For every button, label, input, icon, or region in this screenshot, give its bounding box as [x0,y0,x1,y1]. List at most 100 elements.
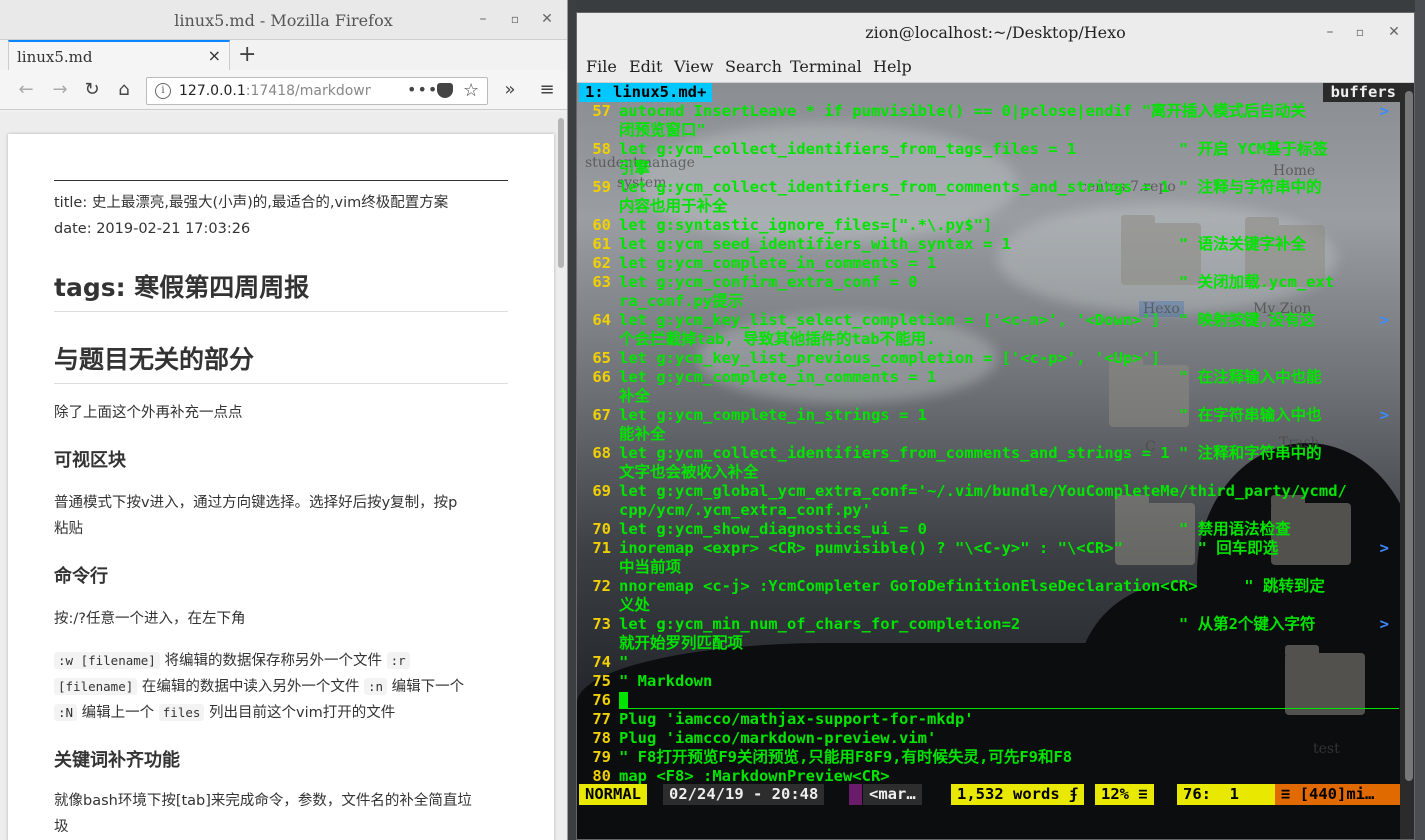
vim-line[interactable]: 71 inoremap <expr> <CR> pumvisible() ? "\… [577,539,1407,558]
date-line: date: 2019-02-21 17:03:26 [54,221,251,237]
vim-line[interactable]: 73 let g:ycm_min_num_of_chars_for_complet… [577,615,1407,634]
vim-tab-active[interactable]: 1: linux5.md+ [579,83,713,102]
code-cmd-r: :r [386,652,410,669]
terminal-titlebar[interactable]: zion@localhost:~/Desktop/Hexo – ▫ ✕ [577,13,1414,51]
vim-line[interactable]: 个会拦截掉tab, 导致其他插件的tab不能用. [577,330,1407,349]
vim-line[interactable]: 75 " Markdown [577,672,1407,691]
url-bar[interactable]: i 127.0.0.1:17418/markdown ••• ☆ [146,77,488,105]
line-number: 67 [592,406,611,424]
vim-line[interactable]: ra_conf.py提示 [577,292,1407,311]
vim-line[interactable]: 60 let g:syntastic_ignore_files=[".*\.py$… [577,216,1407,235]
line-text: let g:ycm_collect_identifiers_from_comme… [619,444,1322,462]
site-info-icon[interactable]: i [155,83,171,99]
vim-line[interactable]: 70 let g:ycm_show_diagnostics_ui = 0 " 禁用… [577,520,1407,539]
vim-line[interactable]: 72 nnoremap <c-j> :YcmCompleter GoToDefin… [577,577,1407,596]
firefox-titlebar[interactable]: linux5.md - Mozilla Firefox – ▫ ✕ [0,0,567,40]
vim-line[interactable]: 63 let g:ycm_confirm_extra_conf = 0 " 关闭加… [577,273,1407,292]
line-number: 70 [592,520,611,538]
cmd-line-2: [filename] 在编辑的数据中读入另外一个文件 :n 编辑下一个 [54,674,508,700]
vim-line[interactable]: 内容也用于补全 [577,197,1407,216]
new-tab-button[interactable]: + [238,42,256,67]
vim-editor[interactable]: 1: linux5.md+ buffers 57 autocmd InsertLe… [577,83,1414,839]
line-number: 69 [592,482,611,500]
vim-line[interactable]: 77 Plug 'iamcco/mathjax-support-for-mkdp' [577,710,1407,729]
reload-icon[interactable]: ↻ [80,79,104,103]
maximize-button[interactable]: ▫ [506,10,524,28]
close-button[interactable]: ✕ [1385,23,1403,41]
vim-line[interactable]: 66 let g:ycm_complete_in_comments = 1 " 在… [577,368,1407,387]
vim-line[interactable]: 64 let g:ycm_key_list_select_completion =… [577,311,1407,330]
pocket-icon[interactable] [437,83,453,98]
vim-line[interactable]: 68 let g:ycm_collect_identifiers_from_com… [577,444,1407,463]
vim-line[interactable]: 61 let g:ycm_seed_identifiers_with_syntax… [577,235,1407,254]
line-text: " F8打开预览F9关闭预览,只能用F8F9,有时候失灵,可先F9和F8 [619,748,1073,766]
menu-help[interactable]: Help [873,57,912,76]
status-position: 76: 1 [1177,784,1277,805]
code-cmd-N: :N [54,704,78,721]
vim-line[interactable]: 能补全 [577,425,1407,444]
vim-line[interactable]: 义处 [577,596,1407,615]
maximize-button[interactable]: ▫ [1351,23,1369,41]
tab-linux5[interactable]: linux5.md × [8,40,230,70]
cmd-files-desc: 列出目前这个vim打开的文件 [209,705,396,721]
overflow-chevron-icon[interactable]: » [498,79,522,103]
vim-line[interactable]: 闭预览窗口" [577,121,1407,140]
menu-file[interactable]: File [586,57,617,76]
page-actions-icon[interactable]: ••• [407,80,438,99]
forward-icon[interactable]: → [48,79,72,103]
vim-line[interactable]: 补全 [577,387,1407,406]
terminal-title: zion@localhost:~/Desktop/Hexo [865,23,1126,42]
vim-line[interactable]: 67 let g:ycm_complete_in_strings = 1 " 在字… [577,406,1407,425]
line-text: 补全 [619,387,651,405]
vim-line[interactable]: 就开始罗列匹配项 [577,634,1407,653]
wrap-marker: > [1379,539,1389,557]
minimize-button[interactable]: – [1321,23,1339,41]
vim-line[interactable]: cpp/ycm/.ycm_extra_conf.py' [577,501,1407,520]
menu-edit[interactable]: Edit [629,57,662,76]
cmdline-heading: 命令行 [54,566,108,587]
home-icon[interactable]: ⌂ [112,79,136,103]
status-warnings: ≡ [440]mi… [1275,784,1405,805]
line-text: " [619,653,629,671]
visual-text-2: 粘贴 [54,521,83,537]
vim-line[interactable]: 65 let g:ycm_key_list_previous_completion… [577,349,1407,368]
vim-line[interactable]: 79 " F8打开预览F9关闭预览,只能用F8F9,有时候失灵,可先F9和F8 [577,748,1407,767]
line-text: let g:ycm_complete_in_comments = 1 [619,254,937,272]
vim-line[interactable]: 74 " [577,653,1407,672]
cmd-N-desc: 编辑上一个 [81,705,155,721]
url-text[interactable]: 127.0.0.1:17418/markdown [179,83,371,99]
menu-terminal[interactable]: Terminal [790,57,862,76]
tab-close-icon[interactable]: × [208,46,221,65]
line-number: 60 [592,216,611,234]
cmd-r-desc: 在编辑的数据中读入另外一个文件 [141,679,360,695]
line-text: let g:ycm_complete_in_strings = 1 " 在字符串… [619,406,1322,424]
vim-line[interactable]: 文字也会被收入补全 [577,463,1407,482]
vim-line[interactable]: 62 let g:ycm_complete_in_comments = 1 [577,254,1407,273]
wrap-marker: > [1379,406,1389,424]
vim-line[interactable]: 57 autocmd InsertLeave * if pumvisible() … [577,102,1407,121]
line-text: Plug 'iamcco/mathjax-support-for-mkdp' [619,710,974,728]
menu-search[interactable]: Search [725,57,782,76]
terminal-scrollbar-track[interactable] [1400,83,1414,839]
vim-line[interactable]: 78 Plug 'iamcco/markdown-preview.vim' [577,729,1407,748]
desktop-gap [568,0,576,840]
vim-line[interactable]: 中当前项 [577,558,1407,577]
line-text: 义处 [619,596,651,614]
hamburger-menu-icon[interactable]: ≡ [535,79,559,103]
line-number: 62 [592,254,611,272]
menu-view[interactable]: View [674,57,714,76]
minimize-button[interactable]: – [474,10,492,28]
terminal-scrollbar-thumb[interactable] [1405,91,1413,781]
back-icon[interactable]: ← [14,79,38,103]
vim-line[interactable]: 69 let g:ycm_global_ycm_extra_conf='~/.vi… [577,482,1407,501]
bookmark-star-icon[interactable]: ☆ [463,80,479,101]
vim-line[interactable]: 76 [577,691,1407,710]
vim-line[interactable]: 引擎 [577,159,1407,178]
vim-line[interactable]: 58 let g:ycm_collect_identifiers_from_tag… [577,140,1407,159]
terminal-body[interactable]: studentmanage system centos-7.repo Home … [577,83,1414,839]
close-button[interactable]: ✕ [538,10,556,28]
page-scrollbar[interactable] [558,118,564,268]
vim-line[interactable]: 59 let g:ycm_collect_identifiers_from_com… [577,178,1407,197]
line-number: 68 [592,444,611,462]
cmd-w-desc: 将编辑的数据保存称另外一个文件 [164,653,382,669]
